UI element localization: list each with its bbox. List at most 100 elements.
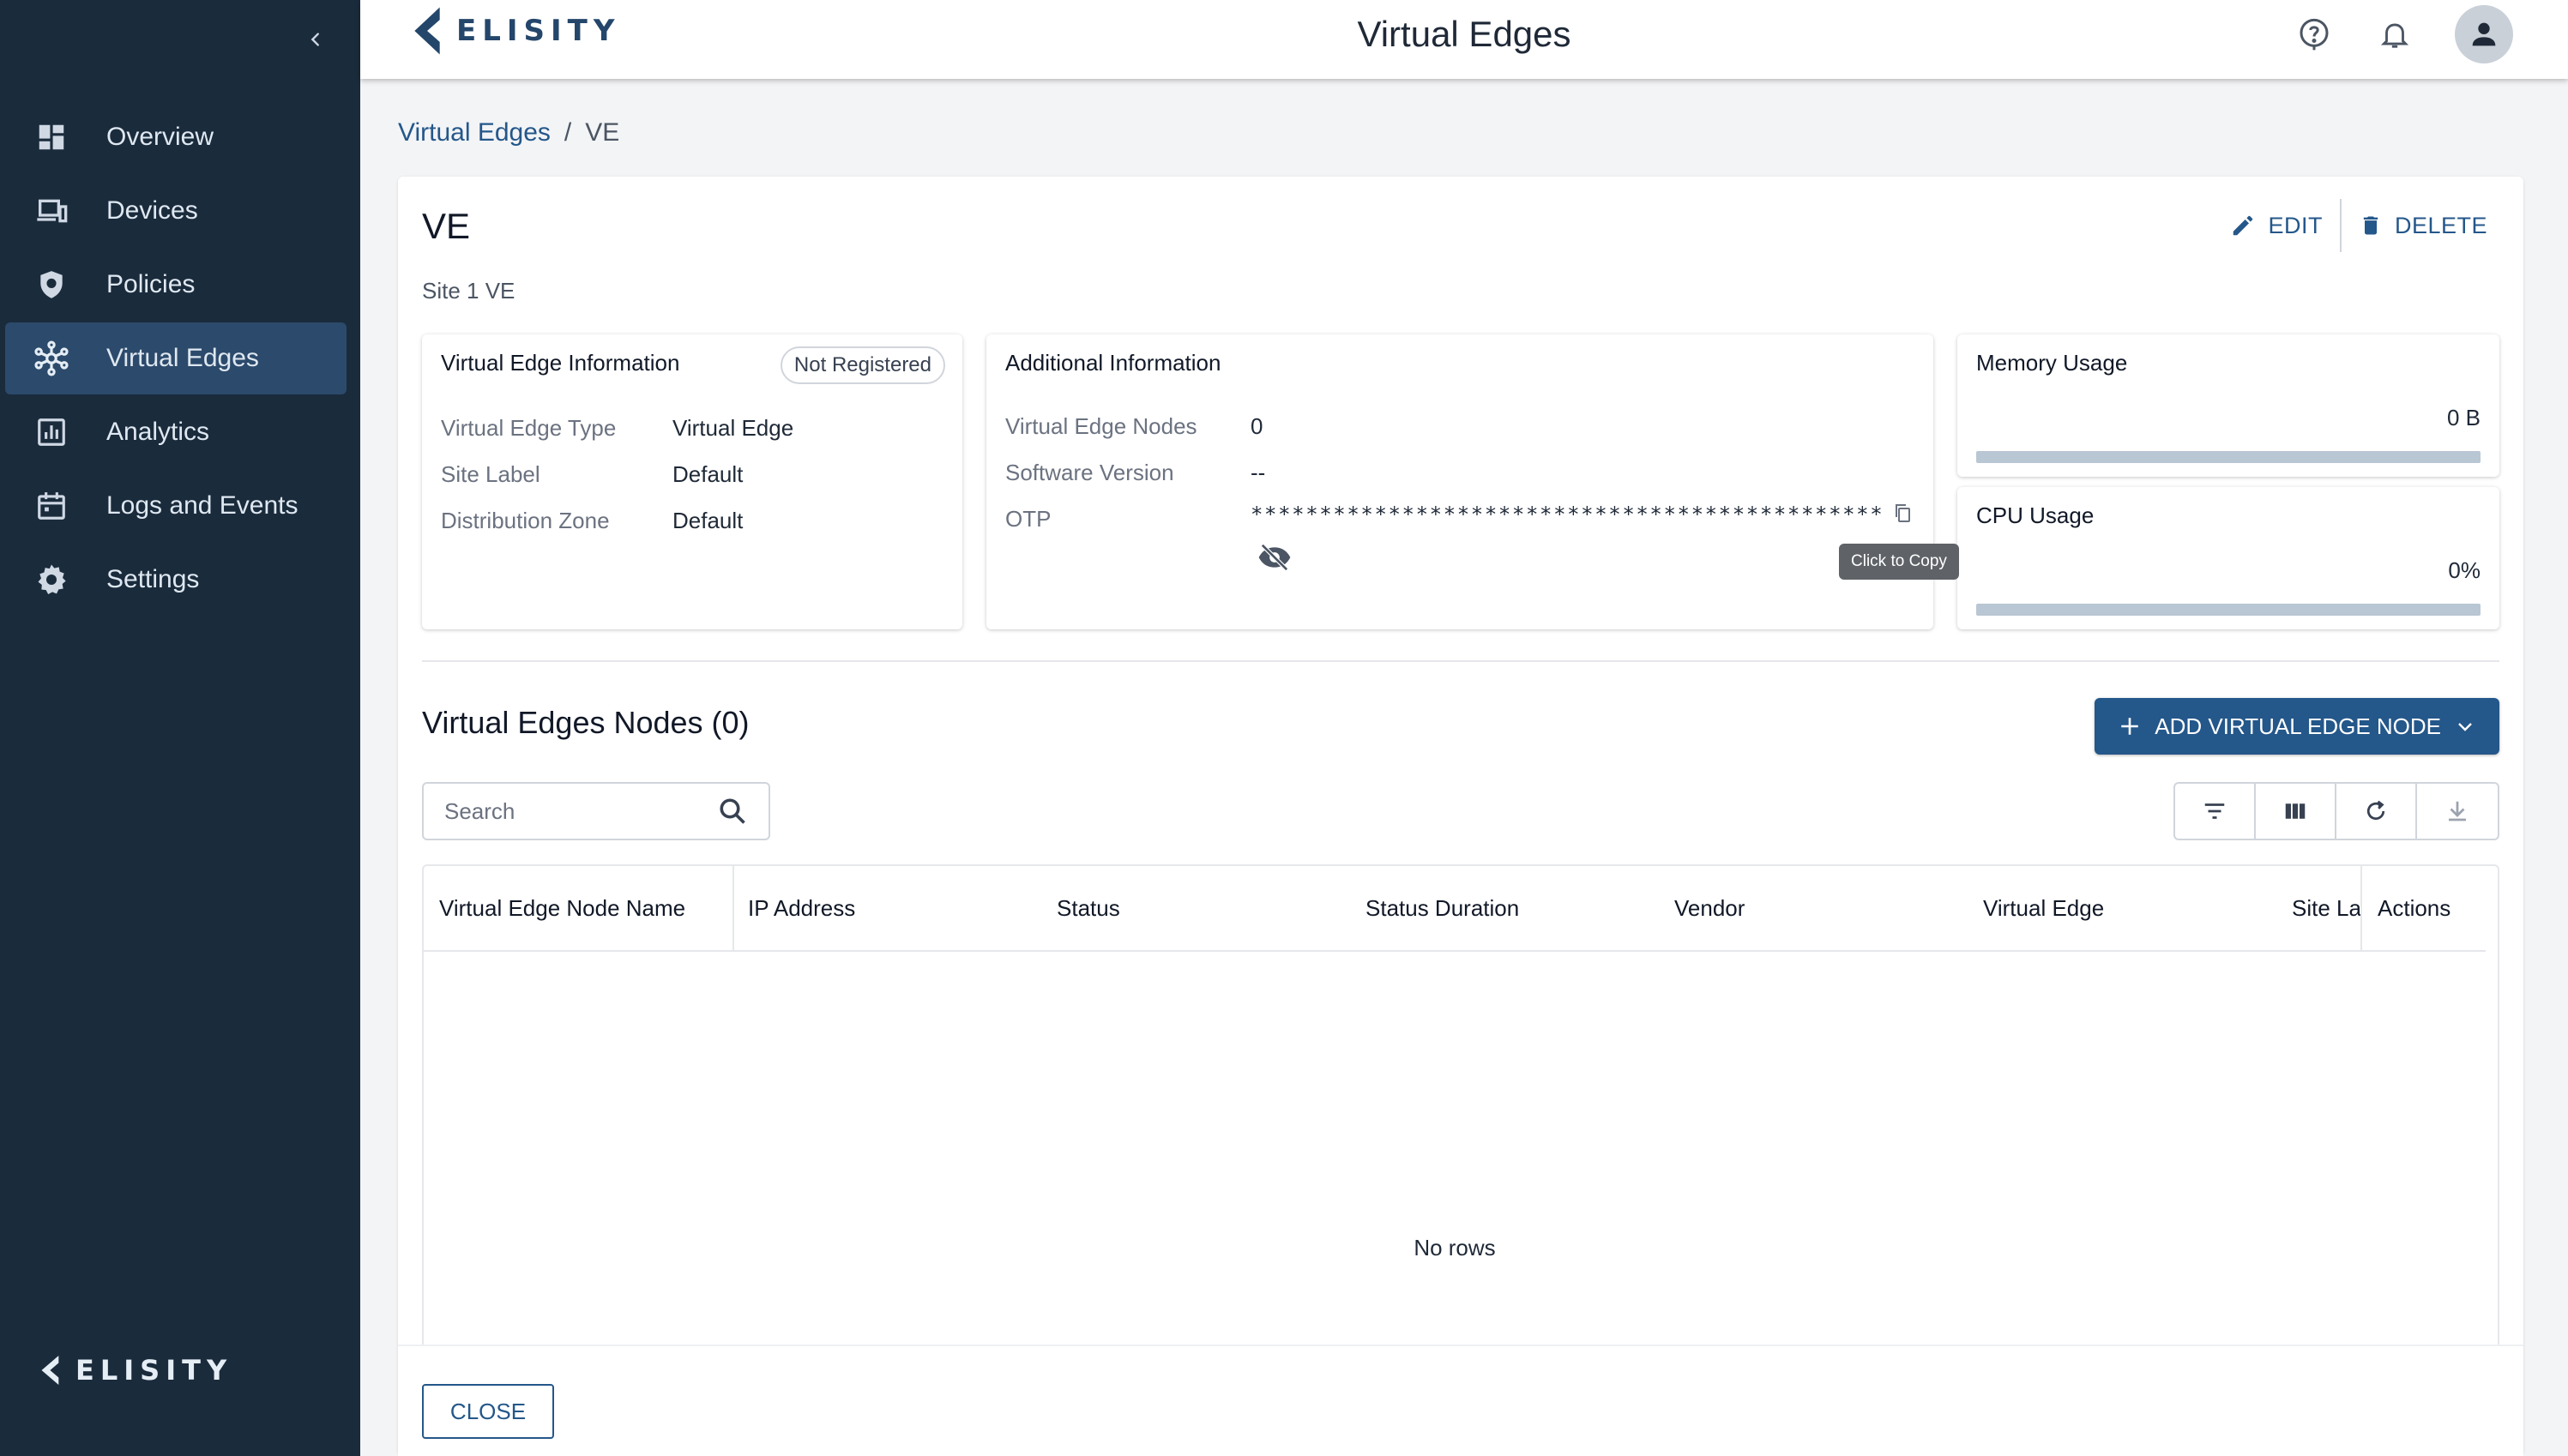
dashboard-icon — [31, 117, 72, 158]
sidebar-item-label: Logs and Events — [106, 491, 298, 520]
search-icon — [720, 798, 745, 824]
panel-footer: CLOSE — [398, 1345, 2523, 1456]
search-field[interactable] — [422, 782, 770, 840]
chevron-down-icon — [2458, 723, 2472, 731]
edit-button[interactable]: EDIT — [2213, 204, 2340, 248]
sidebar-item-virtual-edges[interactable]: Virtual Edges — [5, 322, 347, 394]
bell-icon — [2380, 23, 2409, 48]
status-badge: Not Registered — [780, 346, 945, 384]
gear-icon — [31, 559, 72, 600]
cpu-usage-card: CPU Usage 0% — [1957, 487, 2499, 629]
breadcrumb-separator: / — [564, 118, 572, 147]
user-avatar[interactable] — [2455, 5, 2513, 63]
memory-usage-bar — [1976, 451, 2481, 463]
copy-otp-button[interactable] — [1892, 501, 1913, 529]
otp-masked-value: ****************************************… — [1251, 502, 1884, 526]
eye-off-icon — [1258, 543, 1291, 572]
memory-usage-value: 0 B — [2446, 405, 2481, 430]
column-header[interactable]: Status — [1057, 895, 1348, 922]
chart-icon — [31, 412, 72, 453]
info-value: Default — [672, 461, 744, 487]
nodes-section-title: Virtual Edges Nodes (0) — [422, 705, 750, 740]
breadcrumb-current: VE — [585, 118, 620, 147]
card-title: Virtual Edge Information — [441, 350, 680, 376]
copy-icon — [1896, 504, 1910, 522]
info-value: Default — [672, 508, 744, 533]
sidebar-nav: Overview Devices Policies Virtual Edges … — [0, 101, 360, 617]
sidebar-item-logs-and-events[interactable]: Logs and Events — [5, 470, 347, 542]
info-value: -- — [1251, 460, 1266, 485]
virtual-edge-name: VE — [422, 206, 471, 246]
download-button[interactable] — [2417, 784, 2498, 839]
sidebar-item-policies[interactable]: Policies — [5, 249, 347, 321]
empty-state-text: No rows — [1414, 1235, 1496, 1260]
detail-actions: EDIT DELETE — [2213, 199, 2505, 252]
delete-label: DELETE — [2394, 212, 2487, 238]
hub-icon — [31, 338, 72, 379]
sidebar-item-settings[interactable]: Settings — [5, 544, 347, 616]
filter-icon — [2204, 803, 2225, 819]
delete-button[interactable]: DELETE — [2342, 204, 2505, 248]
sidebar-item-label: Devices — [106, 196, 198, 225]
download-icon — [2449, 801, 2466, 821]
card-title: Memory Usage — [1976, 350, 2128, 376]
collapse-sidebar-button[interactable] — [300, 24, 331, 55]
column-header[interactable]: Actions — [2378, 895, 2481, 922]
info-key: Virtual Edge Nodes — [1005, 413, 1197, 439]
info-value: Virtual Edge — [672, 415, 794, 441]
help-icon — [2300, 18, 2329, 51]
close-button[interactable]: CLOSE — [422, 1384, 554, 1439]
filter-button[interactable] — [2175, 784, 2256, 839]
sidebar-brand-logo: ELISITY — [34, 1353, 232, 1387]
sidebar-item-label: Policies — [106, 270, 196, 298]
breadcrumb-parent-link[interactable]: Virtual Edges — [398, 118, 551, 147]
grid-toolbar — [2173, 782, 2499, 840]
cpu-usage-value: 0% — [2448, 557, 2481, 583]
columns-icon — [2285, 803, 2306, 819]
top-bar: ELISITY Virtual Edges — [360, 0, 2568, 79]
section-divider — [422, 660, 2499, 662]
info-key: Distribution Zone — [441, 508, 610, 533]
column-separator[interactable] — [732, 866, 734, 952]
refresh-button[interactable] — [2336, 784, 2417, 839]
search-input[interactable] — [444, 797, 702, 825]
info-key: Virtual Edge Type — [441, 415, 617, 441]
cpu-usage-bar — [1976, 604, 2481, 616]
column-header[interactable]: Virtual Edge — [1983, 895, 2275, 922]
virtual-edge-info-card: Virtual Edge Information Not Registered … — [422, 334, 962, 629]
column-header[interactable]: Status Duration — [1365, 895, 1657, 922]
column-header[interactable]: Site La — [2292, 895, 2360, 922]
column-header[interactable]: Vendor — [1674, 895, 1966, 922]
sidebar-item-analytics[interactable]: Analytics — [5, 396, 347, 468]
sidebar-item-label: Virtual Edges — [106, 344, 259, 372]
sidebar-item-devices[interactable]: Devices — [5, 175, 347, 247]
columns-button[interactable] — [2256, 784, 2336, 839]
column-header[interactable]: Virtual Edge Node Name — [439, 895, 731, 922]
help-button[interactable] — [2294, 5, 2335, 63]
column-separator[interactable] — [2360, 866, 2362, 952]
info-key: OTP — [1005, 506, 1052, 532]
toggle-otp-visibility-button[interactable] — [1256, 540, 1293, 579]
column-header[interactable]: IP Address — [748, 895, 1040, 922]
page-title: Virtual Edges — [1357, 14, 1571, 54]
plus-icon — [2121, 718, 2139, 735]
calendar-icon — [31, 485, 72, 526]
user-icon — [2472, 22, 2496, 46]
top-actions — [2294, 5, 2513, 63]
sidebar-brand-text: ELISITY — [75, 1354, 233, 1387]
detail-panel: VE Site 1 VE EDIT DELETE Virtual Edge In… — [398, 177, 2523, 1456]
shield-icon — [31, 264, 72, 305]
notifications-button[interactable] — [2374, 5, 2415, 63]
card-title: CPU Usage — [1976, 502, 2095, 528]
sidebar-item-overview[interactable]: Overview — [5, 101, 347, 173]
info-value: 0 — [1251, 413, 1263, 439]
memory-usage-card: Memory Usage 0 B — [1957, 334, 2499, 477]
virtual-edge-description: Site 1 VE — [422, 278, 515, 304]
add-virtual-edge-node-button[interactable]: ADD VIRTUAL EDGE NODE — [2095, 698, 2499, 755]
sidebar-item-label: Settings — [106, 565, 200, 593]
devices-icon — [31, 190, 72, 232]
breadcrumb: Virtual Edges / VE — [398, 118, 619, 147]
chevron-left-icon — [310, 33, 319, 46]
card-title: Additional Information — [1005, 350, 1221, 376]
sidebar-item-label: Analytics — [106, 418, 210, 446]
